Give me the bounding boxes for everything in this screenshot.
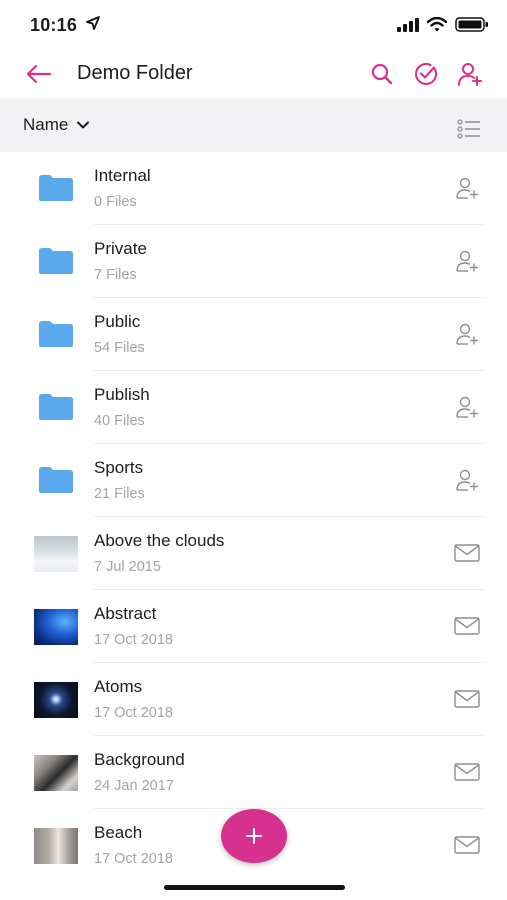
add-fab-button[interactable] [221,809,287,863]
item-name: Publish [94,385,150,404]
mail-icon[interactable] [453,833,481,857]
abstract-thumbnail [34,609,78,645]
page-title: Demo Folder [77,62,193,84]
battery-icon [455,17,488,32]
file-list: Internal 0 Files Private 7 Files Public … [0,152,507,882]
item-name: Beach [94,823,143,842]
sort-bar: Name [0,98,507,152]
status-bar: 10:16 [0,0,507,50]
list-item[interactable]: Private 7 Files [0,225,507,298]
item-name: Abstract [94,604,157,623]
item-name: Public [94,312,141,331]
folder-icon [39,321,73,347]
back-arrow-icon[interactable] [24,60,54,88]
item-meta: 24 Jan 2017 [94,778,174,794]
share-user-icon[interactable] [453,322,481,346]
item-meta: 7 Jul 2015 [94,559,161,575]
item-meta: 17 Oct 2018 [94,632,173,648]
folder-icon [39,175,73,201]
item-name: Background [94,750,185,769]
item-meta: 17 Oct 2018 [94,851,173,867]
clock: 10:16 [30,15,78,35]
list-item[interactable]: Sports 21 Files [0,444,507,517]
item-name: Sports [94,458,144,477]
item-meta: 40 Files [94,413,145,429]
item-meta: 17 Oct 2018 [94,705,173,721]
add-user-icon[interactable] [457,61,483,87]
list-item[interactable]: Internal 0 Files [0,152,507,225]
item-meta: 54 Files [94,340,145,356]
list-view-icon[interactable] [457,119,481,139]
mail-icon[interactable] [453,687,481,711]
mail-icon[interactable] [453,760,481,784]
item-name: Internal [94,166,151,185]
list-item[interactable]: Background 24 Jan 2017 [0,736,507,809]
wifi-icon [427,17,447,32]
mail-icon[interactable] [453,614,481,638]
item-meta: 0 Files [94,194,137,210]
plus-icon [246,828,262,844]
list-item[interactable]: Abstract 17 Oct 2018 [0,590,507,663]
folder-icon [39,394,73,420]
item-meta: 7 Files [94,267,137,283]
share-user-icon[interactable] [453,395,481,419]
sort-by-name-button[interactable]: Name [23,115,90,135]
search-icon[interactable] [369,61,395,87]
cellular-signal-icon [397,18,419,32]
atoms-thumbnail [34,682,78,718]
select-check-icon[interactable] [413,61,439,87]
item-name: Private [94,239,147,258]
list-item[interactable]: Publish 40 Files [0,371,507,444]
share-user-icon[interactable] [453,468,481,492]
folder-icon [39,248,73,274]
item-meta: 21 Files [94,486,145,502]
clouds-thumbnail [34,536,78,572]
share-user-icon[interactable] [453,249,481,273]
item-name: Above the clouds [94,531,225,550]
folder-icon [39,467,73,493]
share-user-icon[interactable] [453,176,481,200]
location-arrow-icon [86,16,100,30]
sort-label: Name [23,115,69,134]
nav-bar: Demo Folder [0,50,507,98]
chevron-down-icon [77,121,90,129]
item-name: Atoms [94,677,143,696]
mail-icon[interactable] [453,541,481,565]
background-thumbnail [34,755,78,791]
list-item[interactable]: Above the clouds 7 Jul 2015 [0,517,507,590]
list-item[interactable]: Public 54 Files [0,298,507,371]
list-item[interactable]: Atoms 17 Oct 2018 [0,663,507,736]
home-indicator [164,885,345,890]
beach-thumbnail [34,828,78,864]
